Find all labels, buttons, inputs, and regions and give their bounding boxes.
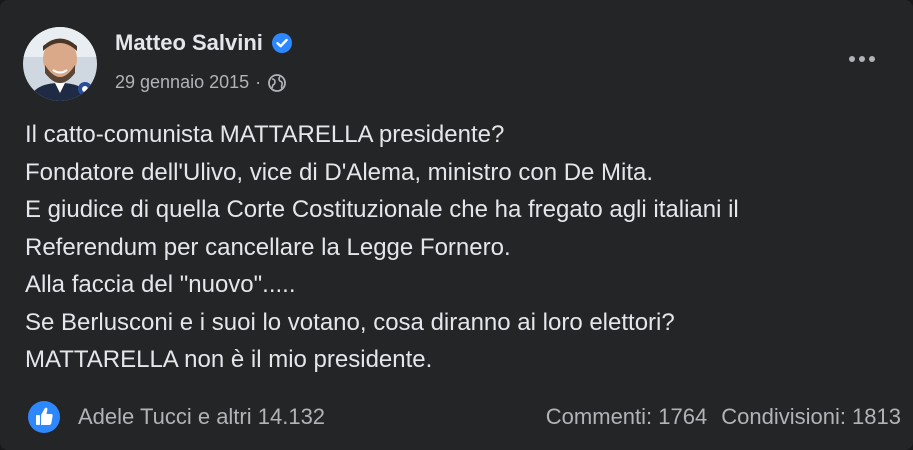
post-text-line: Il catto-comunista MATTARELLA presidente…	[25, 121, 505, 148]
post-text-line: Alla faccia del "nuovo".....	[25, 271, 296, 298]
comments-count[interactable]: Commenti: 1764	[546, 404, 707, 430]
author-avatar[interactable]	[23, 27, 97, 101]
post-date[interactable]: 29 gennaio 2015	[115, 72, 249, 93]
post-text-line: E giudice di quella Corte Costituzionale…	[25, 196, 739, 223]
more-dot	[869, 56, 875, 62]
shares-count[interactable]: Condivisioni: 1813	[721, 404, 901, 430]
post-footer: Adele Tucci e altri 14.132 Commenti: 176…	[28, 397, 901, 437]
post-text-line: MATTARELLA non è il mio presidente.	[25, 346, 433, 373]
post-text-line: Se Berlusconi e i suoi lo votano, cosa d…	[25, 308, 675, 336]
more-options-icon[interactable]	[849, 52, 875, 66]
post-meta: 29 gennaio 2015 ·	[115, 72, 287, 93]
globe-icon	[268, 73, 287, 92]
author-name[interactable]: Matteo Salvini	[115, 30, 263, 56]
reactions-count[interactable]: Adele Tucci e altri 14.132	[78, 404, 325, 430]
author-header: Matteo Salvini	[115, 30, 293, 56]
more-dot	[859, 56, 865, 62]
meta-separator: ·	[255, 72, 262, 92]
like-icon[interactable]	[28, 401, 60, 433]
post-text-line: Referendum per cancellare la Legge Forne…	[25, 233, 511, 261]
post-text-line: Fondatore dell'Ulivo, vice di D'Alema, m…	[25, 158, 654, 186]
verified-badge-icon	[271, 33, 292, 53]
more-dot	[849, 56, 855, 62]
post-text: Il catto-comunista MATTARELLA presidente…	[25, 116, 895, 379]
post-card: Matteo Salvini 29 gennaio 2015 · Il catt…	[0, 0, 913, 450]
